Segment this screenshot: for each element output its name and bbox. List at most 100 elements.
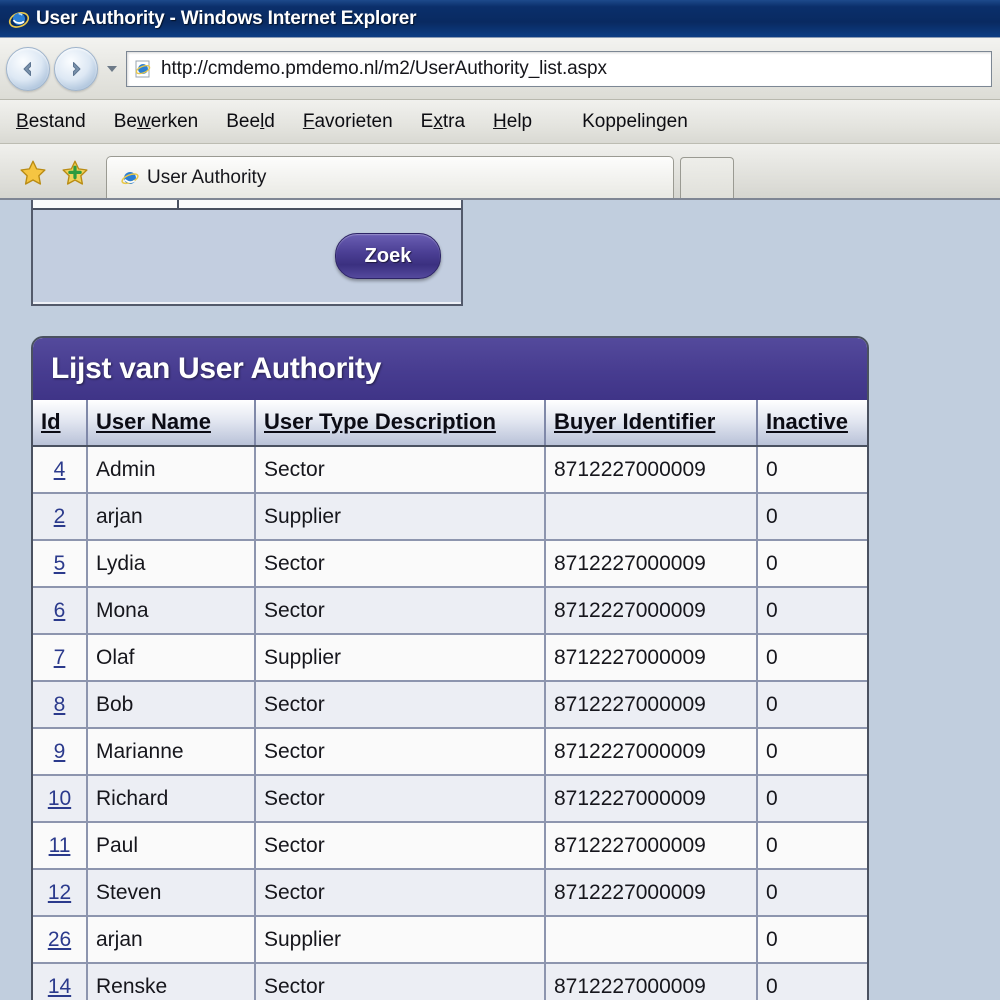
row-id-link[interactable]: 4 — [54, 458, 66, 481]
back-button[interactable] — [6, 46, 50, 91]
ie-page-icon — [121, 171, 139, 184]
cell-user-name: Renske — [87, 963, 256, 1000]
row-id-link[interactable]: 9 — [54, 740, 66, 763]
cell-id: 11 — [33, 822, 88, 870]
cell-user-type-description: Sector — [255, 963, 546, 1000]
row-id-link[interactable]: 7 — [54, 646, 66, 669]
url-input[interactable]: http://cmdemo.pmdemo.nl/m2/UserAuthority… — [126, 50, 992, 87]
menu-item-help[interactable]: Help — [493, 111, 532, 133]
row-id-link[interactable]: 5 — [54, 552, 66, 575]
row-id-link[interactable]: 2 — [54, 505, 66, 528]
row-id-link[interactable]: 12 — [48, 881, 71, 904]
cell-user-name: arjan — [87, 916, 256, 964]
cell-id: 5 — [33, 540, 88, 588]
cell-inactive: 0 — [757, 493, 867, 541]
row-id-link[interactable]: 14 — [48, 975, 71, 998]
cell-user-type-description: Sector — [255, 775, 546, 823]
cell-user-name: Paul — [87, 822, 256, 870]
menu-item-favorieten[interactable]: Favorieten — [303, 111, 393, 133]
filter-row: Kies waarde — [33, 200, 461, 210]
table-row: 10 Richard Sector 8712227000009 0 — [33, 775, 867, 823]
cell-inactive: 0 — [757, 963, 867, 1000]
cell-buyer-identifier: 8712227000009 — [545, 446, 758, 494]
column-header-user-type-description[interactable]: User Type Description — [255, 400, 546, 447]
menu-item-koppelingen[interactable]: Koppelingen — [582, 111, 688, 133]
menu-item-beeld[interactable]: Beeld — [226, 111, 275, 133]
cell-buyer-identifier: 8712227000009 — [545, 822, 758, 870]
row-id-link[interactable]: 6 — [54, 599, 66, 622]
zoek-button[interactable]: Zoek — [335, 233, 441, 279]
window-title-bar: User Authority - Windows Internet Explor… — [0, 0, 1000, 38]
cell-inactive: 0 — [757, 916, 867, 964]
tab-user-authority[interactable]: User Authority — [106, 156, 674, 198]
menu-item-bewerken[interactable]: Bewerken — [114, 111, 199, 133]
window-title: User Authority - Windows Internet Explor… — [36, 7, 417, 29]
cell-user-type-description: Supplier — [255, 493, 546, 541]
column-header-inactive-label: Inactive — [766, 408, 848, 434]
cell-buyer-identifier: 8712227000009 — [545, 540, 758, 588]
page-content: Kies waarde Zoek Lijst van User Authorit… — [0, 200, 1000, 1000]
cell-user-type-description: Sector — [255, 446, 546, 494]
cell-user-type-description: Supplier — [255, 916, 546, 964]
add-to-favorites-button[interactable] — [58, 156, 92, 190]
cell-inactive: 0 — [757, 822, 867, 870]
cell-user-type-description: Sector — [255, 869, 546, 917]
cell-buyer-identifier — [545, 916, 758, 964]
cell-id: 4 — [33, 446, 88, 494]
menu-item-extra[interactable]: Extra — [421, 111, 465, 133]
recent-pages-chevron-down-icon[interactable] — [107, 65, 117, 72]
page-title: Lijst van User Authority — [51, 352, 382, 385]
cell-id: 12 — [33, 869, 88, 917]
table-head: Id User Name User Type Description Buyer… — [33, 400, 867, 447]
new-tab-button[interactable] — [680, 157, 734, 198]
column-header-buyer-identifier-label: Buyer Identifier — [554, 408, 716, 434]
star-plus-icon — [62, 160, 88, 185]
cell-inactive: 0 — [757, 634, 867, 682]
cell-user-name: Bob — [87, 681, 256, 729]
cell-user-name: Admin — [87, 446, 256, 494]
column-header-user-name-label: User Name — [96, 408, 211, 434]
cell-buyer-identifier: 8712227000009 — [545, 775, 758, 823]
cell-user-name: Mona — [87, 587, 256, 635]
address-bar: http://cmdemo.pmdemo.nl/m2/UserAuthority… — [0, 38, 1000, 100]
favorites-center-button[interactable] — [16, 156, 50, 190]
tab-label: User Authority — [147, 166, 267, 188]
column-header-buyer-identifier[interactable]: Buyer Identifier — [545, 400, 758, 447]
cell-id: 9 — [33, 728, 88, 776]
column-header-id[interactable]: Id — [33, 400, 88, 447]
cell-id: 6 — [33, 587, 88, 635]
url-text: http://cmdemo.pmdemo.nl/m2/UserAuthority… — [161, 57, 607, 79]
cell-id: 8 — [33, 681, 88, 729]
cell-inactive: 0 — [757, 869, 867, 917]
cell-id: 2 — [33, 493, 88, 541]
cell-user-name: Olaf — [87, 634, 256, 682]
back-arrow-icon — [23, 61, 31, 76]
cell-inactive: 0 — [757, 728, 867, 776]
cell-user-name: Richard — [87, 775, 256, 823]
cell-user-type-description: Supplier — [255, 634, 546, 682]
cell-buyer-identifier: 8712227000009 — [545, 963, 758, 1000]
row-id-link[interactable]: 10 — [48, 787, 71, 810]
cell-user-name: Lydia — [87, 540, 256, 588]
cell-id: 14 — [33, 963, 88, 1000]
row-id-link[interactable]: 11 — [49, 834, 71, 857]
row-id-link[interactable]: 8 — [54, 693, 66, 716]
table-row: 2 arjan Supplier 0 — [33, 493, 867, 541]
menu-bar: Bestand Bewerken Beeld Favorieten Extra … — [0, 100, 1000, 144]
table-row: 8 Bob Sector 8712227000009 0 — [33, 681, 867, 729]
forward-button[interactable] — [54, 46, 98, 91]
column-header-inactive[interactable]: Inactive — [757, 400, 867, 447]
menu-item-bestand[interactable]: Bestand — [16, 111, 86, 133]
row-id-link[interactable]: 26 — [48, 928, 71, 951]
tab-bar: User Authority — [0, 144, 1000, 200]
table-row: 11 Paul Sector 8712227000009 0 — [33, 822, 867, 870]
cell-user-type-description: Sector — [255, 822, 546, 870]
table-row: 5 Lydia Sector 8712227000009 0 — [33, 540, 867, 588]
cell-id: 26 — [33, 916, 88, 964]
cell-id: 7 — [33, 634, 88, 682]
search-actions: Zoek — [33, 210, 461, 302]
column-header-user-name[interactable]: User Name — [87, 400, 256, 447]
cell-buyer-identifier: 8712227000009 — [545, 681, 758, 729]
table-row: 4 Admin Sector 8712227000009 0 — [33, 446, 867, 494]
table-row: 7 Olaf Supplier 8712227000009 0 — [33, 634, 867, 682]
